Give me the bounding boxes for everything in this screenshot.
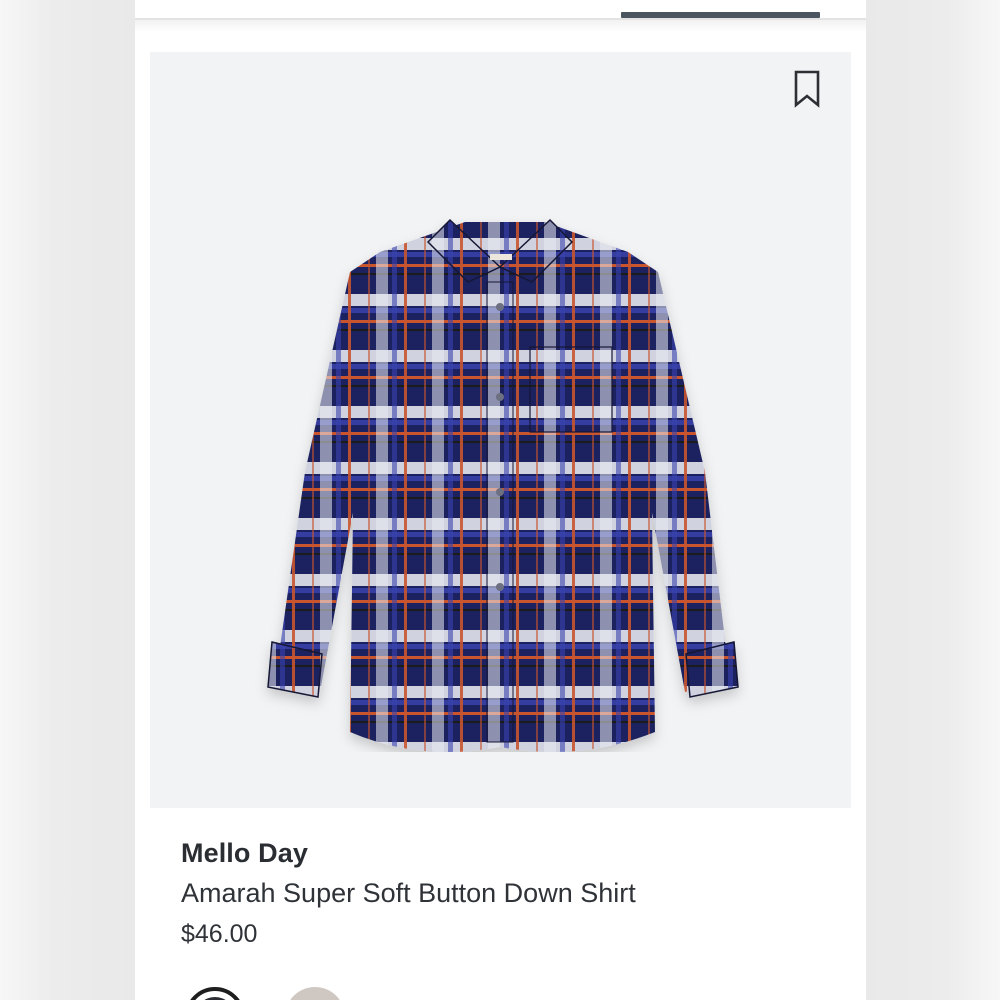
background-right (866, 0, 1000, 1000)
bookmark-button[interactable] (790, 68, 824, 110)
header-shadow (135, 20, 866, 32)
swatch-beige[interactable] (285, 987, 345, 1000)
product-image-card[interactable] (150, 52, 851, 808)
phone-screen: Mello Day Amarah Super Soft Button Down … (135, 0, 866, 1000)
active-tab-indicator (621, 12, 820, 18)
product-price: $46.00 (181, 920, 258, 948)
color-swatches (185, 987, 385, 1000)
bookmark-icon (794, 70, 820, 108)
product-brand: Mello Day (181, 838, 308, 868)
swatch-navy-selected[interactable] (185, 987, 245, 1000)
product-name[interactable]: Amarah Super Soft Button Down Shirt (181, 878, 636, 909)
background-left (0, 0, 135, 1000)
plaid-shirt-image (267, 218, 739, 752)
